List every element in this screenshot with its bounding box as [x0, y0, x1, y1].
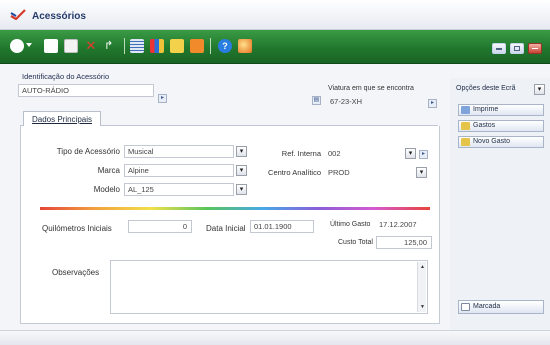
vehicle-lookup-icon[interactable]: ▸	[428, 99, 437, 108]
imprime-button[interactable]: Imprime	[458, 104, 544, 116]
centro-field[interactable]: PROD	[324, 166, 414, 179]
toolbar: ✕ ↱ ?	[0, 30, 550, 64]
identification-label: Identificação do Acessório	[22, 72, 110, 81]
new-icon[interactable]	[10, 39, 24, 53]
data-inicial-field[interactable]: 01.01.1900	[250, 220, 314, 233]
observacoes-label: Observações	[52, 268, 100, 277]
close-button[interactable]	[528, 43, 542, 54]
status-bar	[0, 330, 550, 345]
decorative-divider	[40, 207, 430, 210]
tipo-label: Tipo de Acessório	[56, 147, 120, 156]
scroll-up-icon[interactable]: ▲	[420, 264, 425, 270]
identification-lookup-icon[interactable]: ▸	[158, 94, 167, 103]
novo-gasto-button[interactable]: Novo Gasto	[458, 136, 544, 148]
toolbar-separator	[124, 38, 125, 54]
centro-label: Centro Analítico	[268, 168, 321, 177]
data-inicial-label: Data Inicial	[206, 224, 246, 233]
checkbox-icon[interactable]	[461, 303, 470, 311]
km-field[interactable]: 0	[128, 220, 192, 233]
delete-icon[interactable]: ✕	[84, 39, 98, 53]
chevron-down-icon[interactable]: ▾	[236, 146, 247, 157]
title-bar: Acessórios	[0, 0, 550, 30]
app-logo-icon	[10, 9, 26, 20]
vehicle-field[interactable]: 67-23-XH	[326, 95, 426, 108]
add-coins-icon	[461, 138, 470, 146]
chevron-down-icon[interactable]: ▾	[236, 184, 247, 195]
options-header: Opções deste Ecrã	[456, 85, 516, 92]
copy-icon[interactable]	[64, 39, 78, 53]
chart-icon[interactable]	[150, 39, 164, 53]
ultimo-gasto-value: 17.12.2007	[379, 220, 417, 229]
options-side-panel: Opções deste Ecrã ▾ Imprime Gastos Novo …	[450, 78, 550, 338]
options-dropdown-icon[interactable]: ▾	[534, 84, 545, 95]
vehicle-book-icon[interactable]: ▤	[312, 96, 321, 105]
chevron-down-icon[interactable]: ▾	[405, 148, 416, 159]
custo-total-field: 125,00	[376, 236, 432, 249]
marcada-checkbox[interactable]: Marcada	[458, 300, 544, 314]
document-icon[interactable]	[44, 39, 58, 53]
toolbar-separator	[210, 38, 211, 54]
scroll-down-icon[interactable]: ▼	[420, 304, 425, 310]
application-window: Acessórios ✕ ↱ ? Identificação do Acessó…	[0, 0, 550, 345]
observacoes-textarea[interactable]: ▲ ▼	[110, 260, 428, 314]
identification-field[interactable]: AUTO-RÁDIO	[18, 84, 154, 97]
export-icon[interactable]	[190, 39, 204, 53]
custo-total-label: Custo Total	[338, 239, 373, 246]
ref-field[interactable]: 002	[324, 147, 404, 160]
modelo-select[interactable]: AL_125	[124, 183, 234, 196]
marca-select[interactable]: Alpine	[124, 164, 234, 177]
list-icon[interactable]	[130, 39, 144, 53]
window-title: Acessórios	[32, 11, 86, 22]
tab-dados-principais[interactable]: Dados Principais	[23, 111, 101, 127]
marca-label: Marca	[97, 166, 120, 175]
coins-icon	[461, 122, 470, 130]
dropdown-arrow-icon[interactable]	[26, 43, 32, 49]
gastos-button[interactable]: Gastos	[458, 120, 544, 132]
minimize-button[interactable]	[492, 43, 506, 54]
modelo-label: Modelo	[93, 185, 120, 194]
filter-icon[interactable]	[170, 39, 184, 53]
edit-icon[interactable]: ↱	[104, 39, 118, 53]
vehicle-label: Viatura em que se encontra	[328, 85, 414, 92]
vertical-scrollbar[interactable]: ▲ ▼	[417, 262, 426, 312]
km-label: Quilómetros Iniciais	[42, 224, 112, 233]
printer-icon	[461, 106, 470, 114]
ref-label: Ref. Interna	[281, 149, 321, 158]
help-icon[interactable]: ?	[218, 39, 232, 53]
maximize-button[interactable]	[510, 43, 524, 54]
chevron-down-icon[interactable]: ▾	[416, 167, 427, 178]
ultimo-gasto-label: Último Gasto	[330, 221, 371, 228]
tipo-select[interactable]: Musical	[124, 145, 234, 158]
globe-icon[interactable]	[238, 39, 252, 53]
ref-lookup-icon[interactable]: ▸	[419, 150, 428, 159]
